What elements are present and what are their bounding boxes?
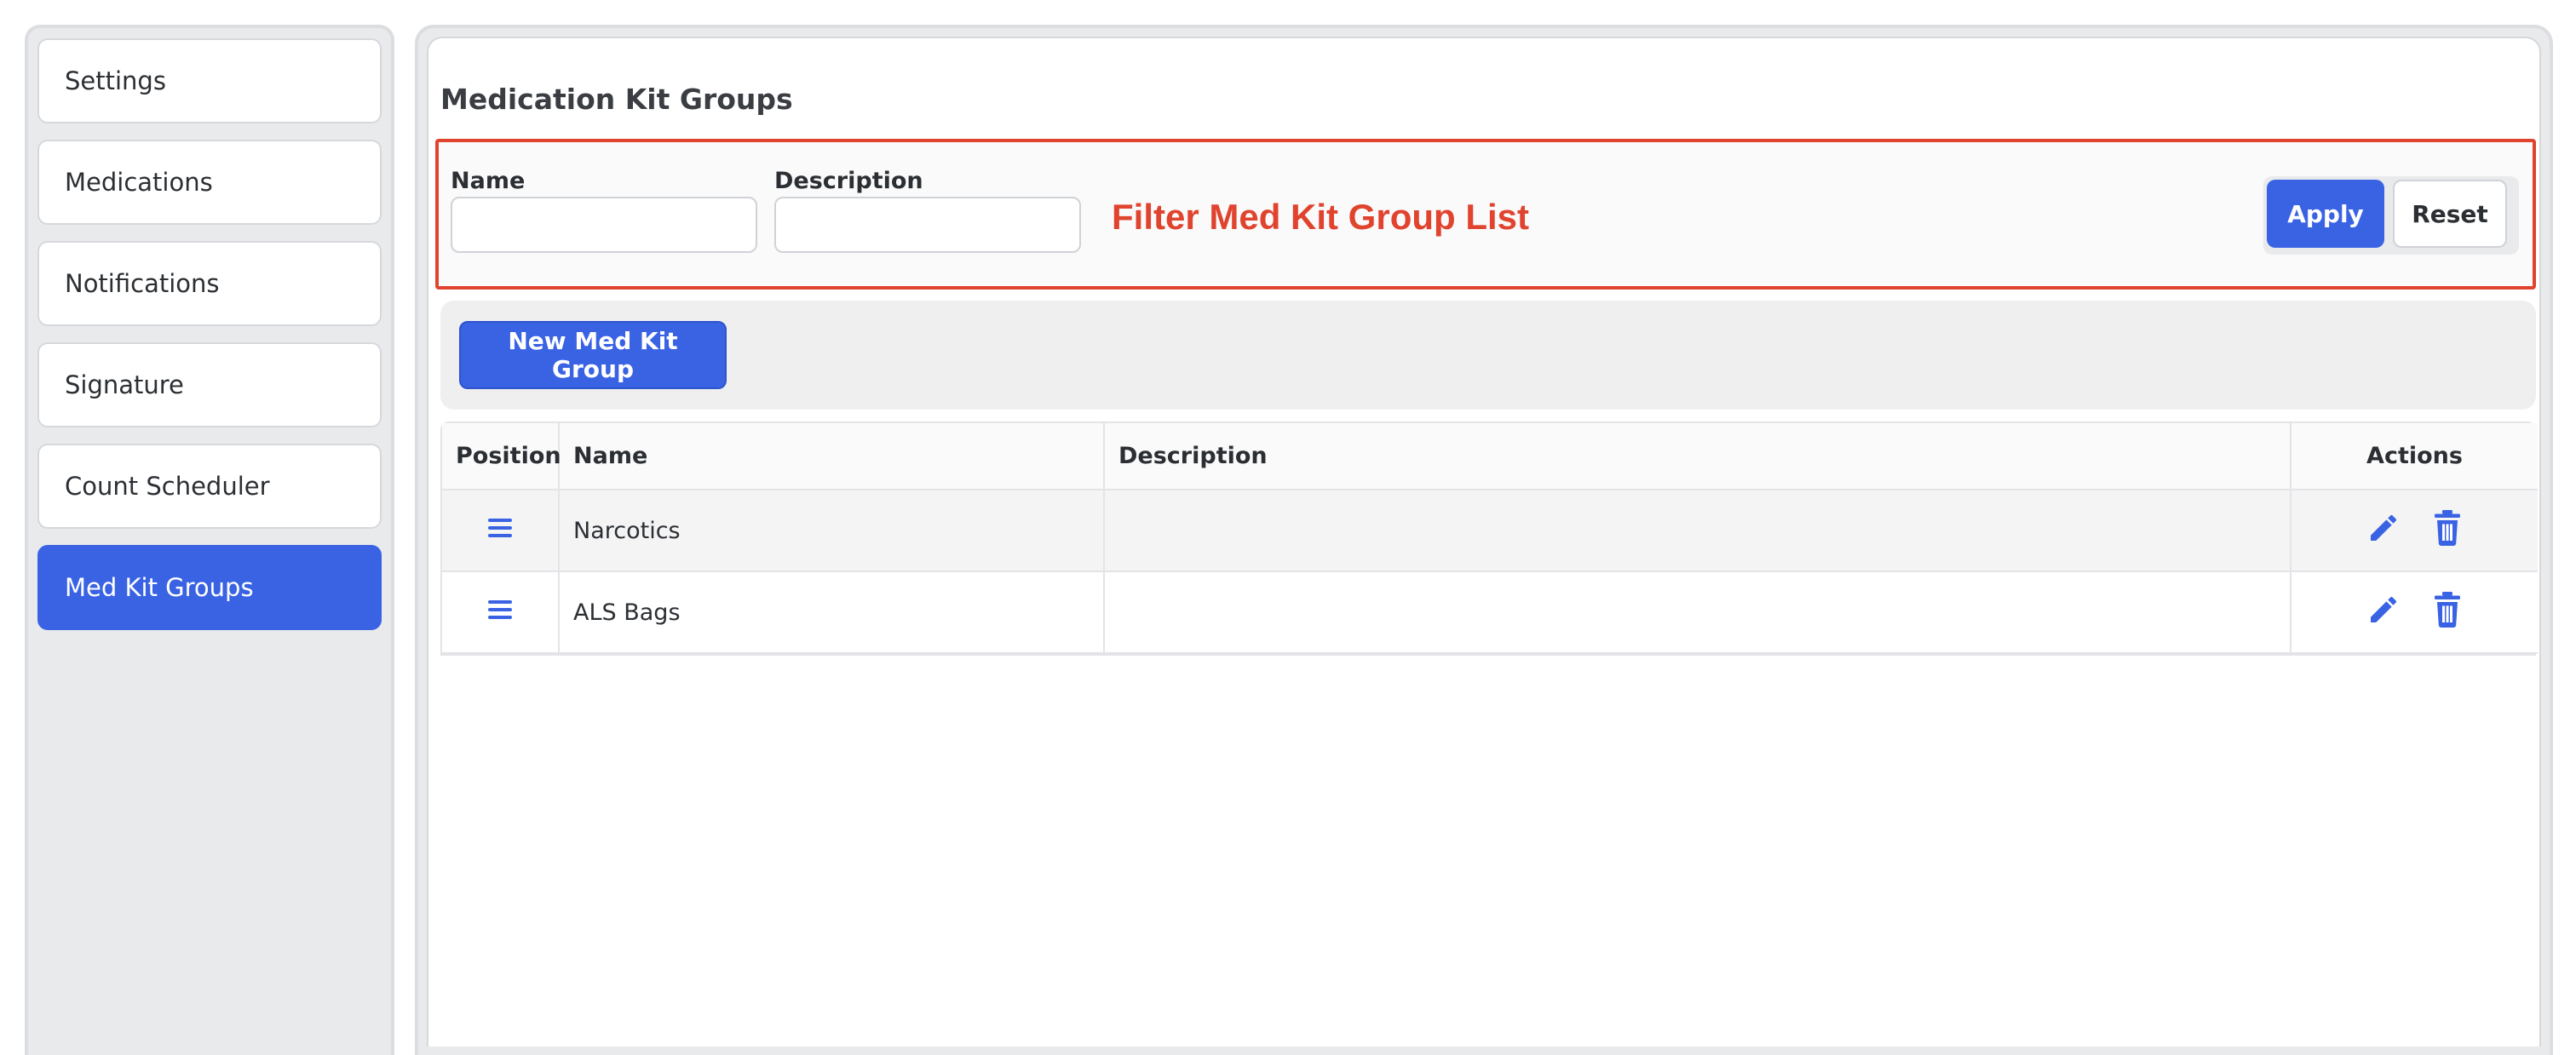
actions-cell [2291,490,2538,572]
main-content: Medication Kit Groups Name Description F… [427,37,2541,1046]
sidebar-item-count-scheduler[interactable]: Count Scheduler [37,444,382,529]
column-header-name: Name [559,423,1105,490]
table-header-row: Position Name Description Actions [442,423,2538,490]
med-kit-groups-table: Position Name Description Actions Narcot… [440,421,2538,656]
trash-icon[interactable] [2432,509,2463,552]
new-med-kit-group-button[interactable]: New Med Kit Group [459,321,727,389]
filter-button-group: Apply Reset [2263,176,2519,255]
sidebar-item-label: Notifications [65,269,220,298]
actions-cell [2291,571,2538,654]
position-cell [442,490,560,572]
filter-panel: Name Description Filter Med Kit Group Li… [435,139,2536,290]
name-filter-label: Name [451,168,526,194]
page-title: Medication Kit Groups [440,83,793,116]
main-panel: Medication Kit Groups Name Description F… [415,25,2553,1055]
sidebar-item-medications[interactable]: Medications [37,140,382,225]
position-cell [442,571,560,654]
drag-handle-icon[interactable] [487,517,513,545]
table-row: Narcotics [442,490,2538,572]
filter-annotation: Filter Med Kit Group List [1112,197,1529,237]
column-header-position: Position [442,423,561,490]
name-cell: ALS Bags [559,571,1105,654]
sidebar-item-settings[interactable]: Settings [37,38,382,123]
pencil-icon[interactable] [2366,511,2401,551]
description-cell [1104,571,2291,654]
sidebar-item-label: Med Kit Groups [65,573,254,602]
table-toolbar: New Med Kit Group [440,301,2536,410]
pencil-icon[interactable] [2366,593,2401,633]
name-cell: Narcotics [559,490,1105,572]
sidebar-item-label: Settings [65,66,166,95]
description-cell [1104,490,2291,572]
sidebar-item-med-kit-groups[interactable]: Med Kit Groups [37,545,382,630]
description-filter-label: Description [774,168,923,194]
column-header-actions: Actions [2291,423,2538,490]
table-row: ALS Bags [442,571,2538,654]
description-filter-input[interactable] [774,197,1081,253]
column-header-description: Description [1104,423,2291,490]
sidebar-item-label: Signature [65,370,184,399]
drag-handle-icon[interactable] [487,599,513,627]
trash-icon[interactable] [2432,591,2463,634]
name-filter-input[interactable] [451,197,757,253]
sidebar-item-signature[interactable]: Signature [37,342,382,427]
settings-sidebar: Settings Medications Notifications Signa… [25,25,394,1055]
sidebar-item-notifications[interactable]: Notifications [37,241,382,326]
sidebar-item-label: Medications [65,168,213,197]
reset-button[interactable]: Reset [2393,180,2507,248]
sidebar-item-label: Count Scheduler [65,472,270,501]
apply-button[interactable]: Apply [2267,180,2384,248]
